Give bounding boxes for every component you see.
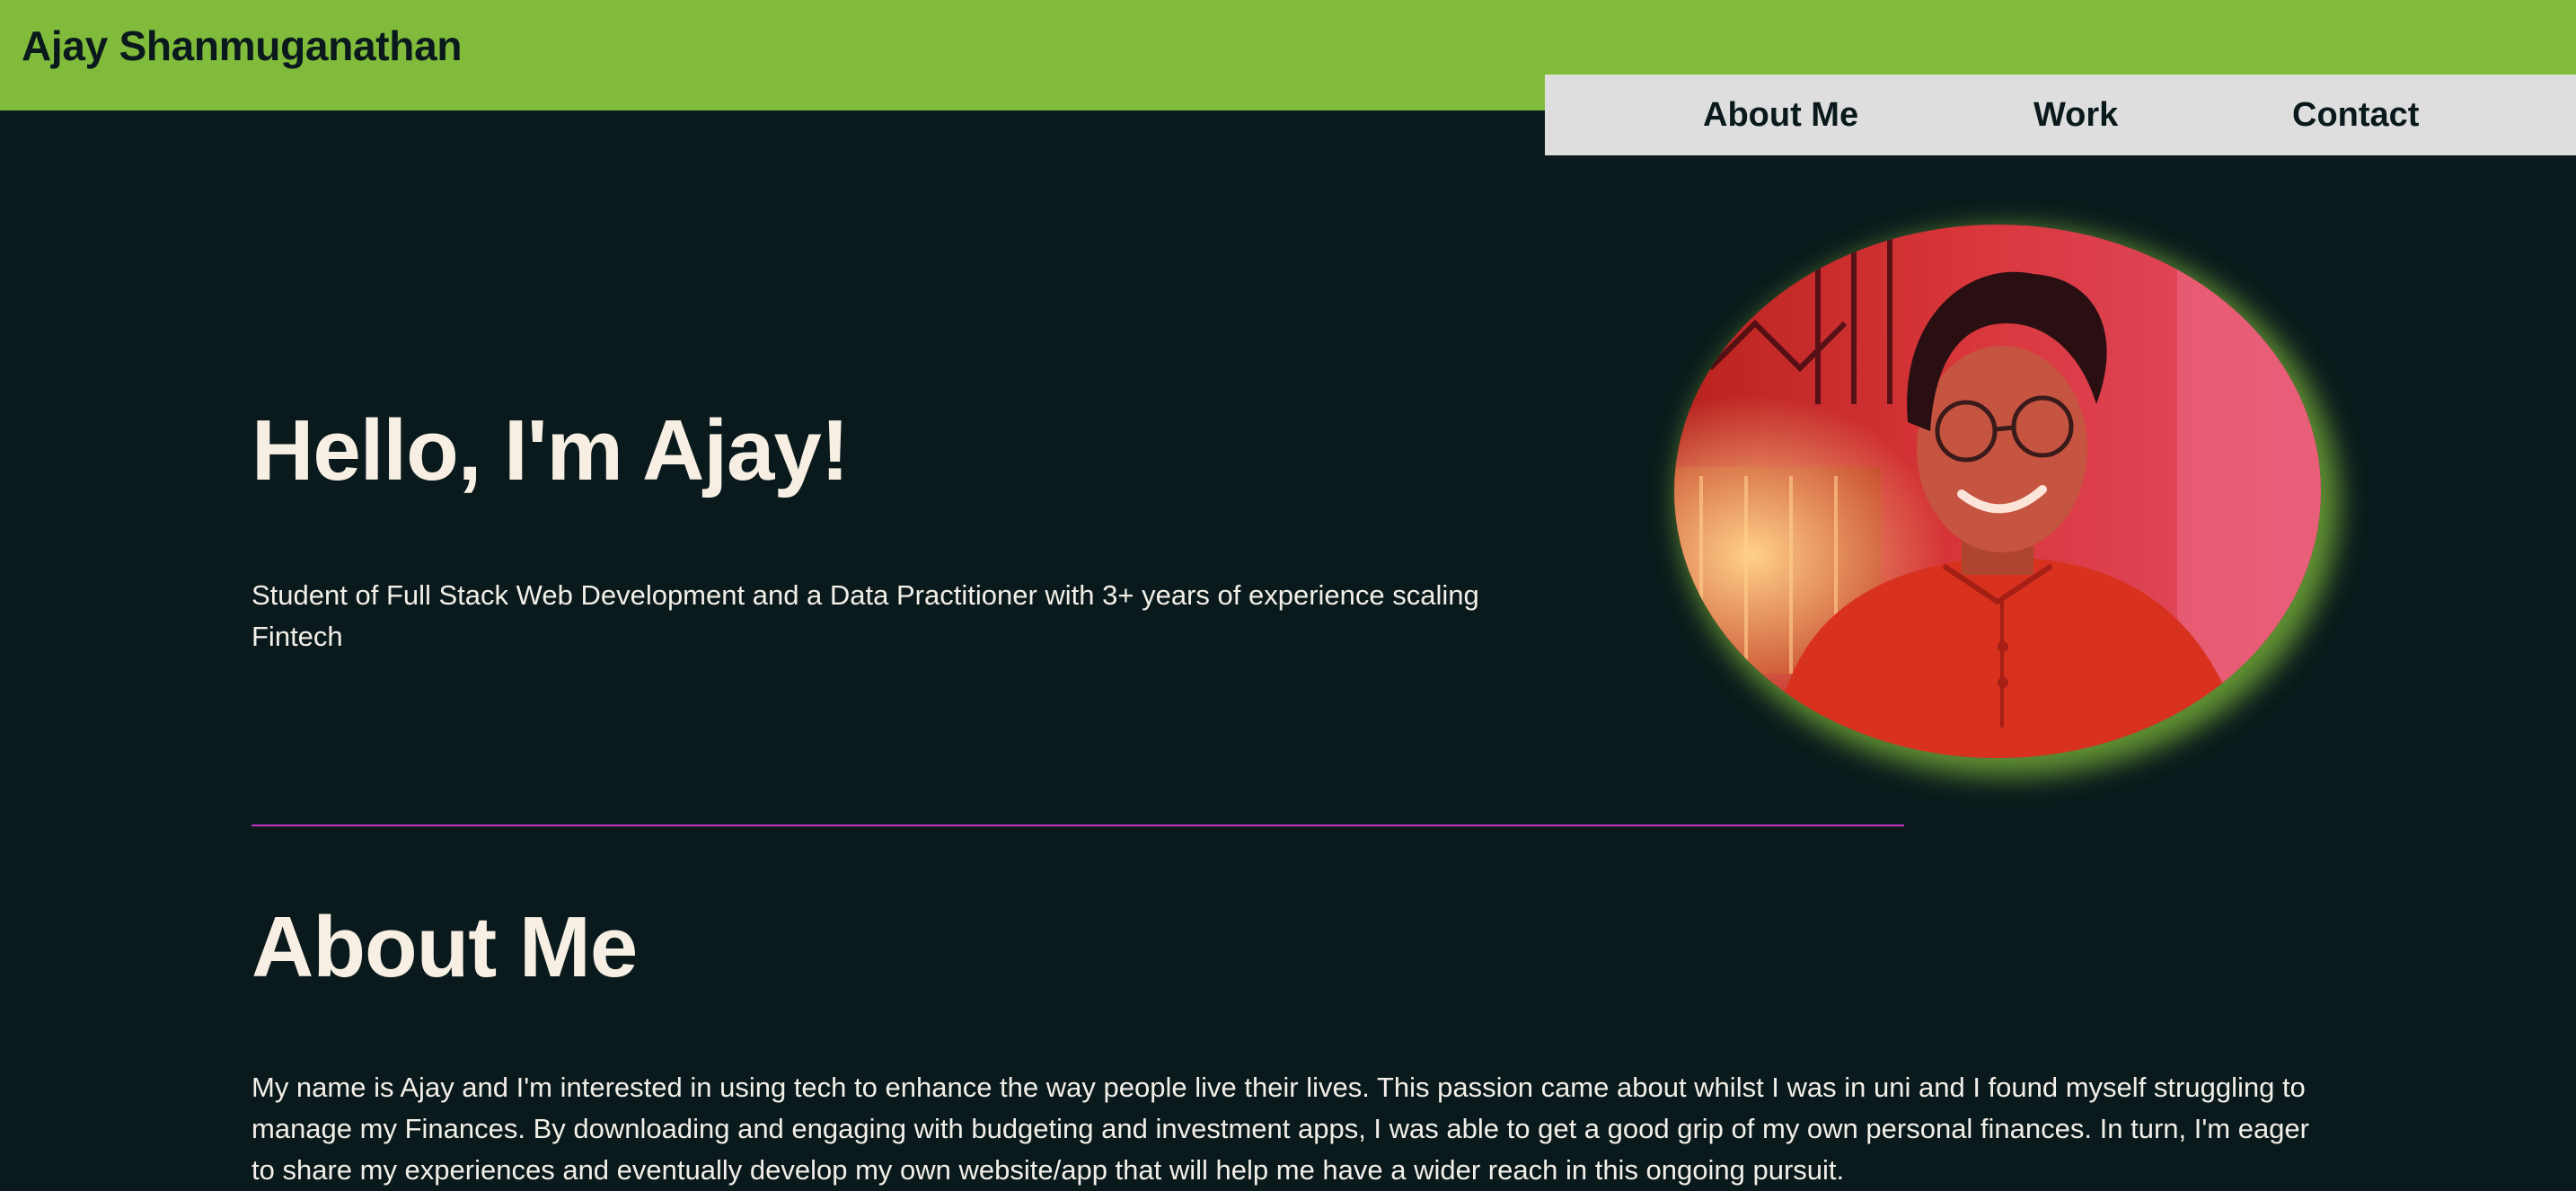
- about-heading: About Me: [251, 899, 638, 995]
- profile-photo-image: [1674, 225, 2321, 758]
- nav-link-work[interactable]: Work: [2033, 96, 2118, 135]
- nav-link-about[interactable]: About Me: [1703, 96, 1858, 135]
- section-divider: [251, 825, 1904, 826]
- site-title[interactable]: Ajay Shanmuganathan: [22, 22, 462, 70]
- profile-photo: [1674, 225, 2321, 758]
- hero-subtitle: Student of Full Stack Web Development an…: [251, 579, 1479, 652]
- about-text: My name is Ajay and I'm interested in us…: [251, 1072, 2309, 1186]
- nav-link-contact[interactable]: Contact: [2292, 96, 2419, 135]
- hero-heading: Hello, I'm Ajay!: [251, 402, 850, 498]
- main-nav: About Me Work Contact: [1545, 75, 2576, 155]
